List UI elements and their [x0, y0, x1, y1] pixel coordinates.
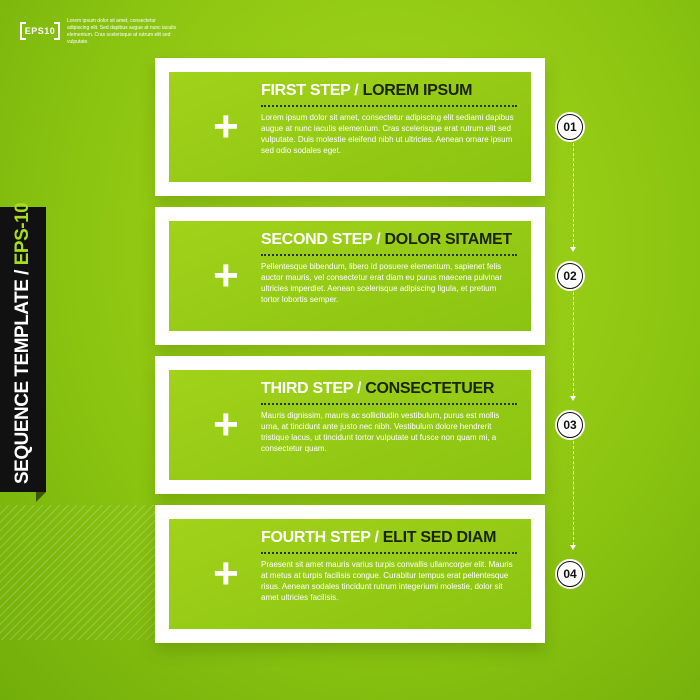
step-title-light: THIRD STEP / — [261, 380, 366, 397]
step-number-ring: 01 — [557, 114, 583, 140]
step-number-ring: 04 — [557, 561, 583, 587]
step-card-inner: + FIRST STEP / LOREM IPSUM Lorem ipsum d… — [169, 72, 531, 182]
arrow-down-icon — [570, 247, 576, 252]
step-title-light: FOURTH STEP / — [261, 529, 383, 546]
step-number-ring: 02 — [557, 263, 583, 289]
plus-icon: + — [213, 251, 239, 300]
step-card-2: + SECOND STEP / DOLOR SITAMET Pellentesq… — [155, 207, 545, 345]
step-card-3: + THIRD STEP / CONSECTETUER Mauris digni… — [155, 356, 545, 494]
arrow-down-icon — [570, 396, 576, 401]
plus-icon: + — [213, 400, 239, 449]
step-title-dark: ELIT SED DIAM — [382, 529, 497, 546]
intro-text: Lorem ipsum dolor sit amet, consectetur … — [67, 18, 176, 45]
step-card-inner: + SECOND STEP / DOLOR SITAMET Pellentesq… — [169, 221, 531, 331]
timeline-connector — [573, 292, 574, 396]
step-title-light: SECOND STEP / — [261, 231, 385, 248]
step-title: FOURTH STEP / ELIT SED DIAM — [261, 529, 517, 554]
step-title: FIRST STEP / LOREM IPSUM — [261, 82, 517, 107]
step-card-1: + FIRST STEP / LOREM IPSUM Lorem ipsum d… — [155, 58, 545, 196]
sidebar-fold — [36, 492, 46, 502]
step-title-light: FIRST STEP / — [261, 82, 363, 99]
step-body: Pellentesque bibendum, libero id posuere… — [261, 262, 503, 304]
plus-icon: + — [213, 102, 239, 151]
hatch-pattern — [0, 505, 155, 640]
step-body: Praesent sit amet mauris varius turpis c… — [261, 560, 513, 602]
sidebar-title: SEQUENCE TEMPLATE / EPS-10 — [12, 203, 34, 484]
step-body: Lorem ipsum dolor sit amet, consectetur … — [261, 113, 514, 155]
step-number-3: 03 — [555, 410, 585, 440]
step-title-dark: DOLOR SITAMET — [384, 231, 513, 248]
timeline-connector — [573, 441, 574, 545]
step-number-4: 04 — [555, 559, 585, 589]
step-title: THIRD STEP / CONSECTETUER — [261, 380, 517, 405]
step-title-dark: LOREM IPSUM — [362, 82, 473, 99]
step-card-inner: + THIRD STEP / CONSECTETUER Mauris digni… — [169, 370, 531, 480]
timeline-connector — [573, 143, 574, 247]
step-title: SECOND STEP / DOLOR SITAMET — [261, 231, 517, 256]
sidebar-title-main: SEQUENCE TEMPLATE / — [12, 265, 33, 484]
step-title-dark: CONSECTETUER — [365, 380, 495, 397]
step-number-1: 01 — [555, 112, 585, 142]
step-body: Mauris dignissim, mauris ac sollicitudin… — [261, 411, 500, 453]
sidebar-title-accent: EPS-10 — [12, 202, 33, 266]
plus-icon: + — [213, 549, 239, 598]
eps-badge: EPS10 — [20, 22, 60, 40]
arrow-down-icon — [570, 545, 576, 550]
step-number-2: 02 — [555, 261, 585, 291]
step-card-4: + FOURTH STEP / ELIT SED DIAM Praesent s… — [155, 505, 545, 643]
step-number-ring: 03 — [557, 412, 583, 438]
step-card-inner: + FOURTH STEP / ELIT SED DIAM Praesent s… — [169, 519, 531, 629]
